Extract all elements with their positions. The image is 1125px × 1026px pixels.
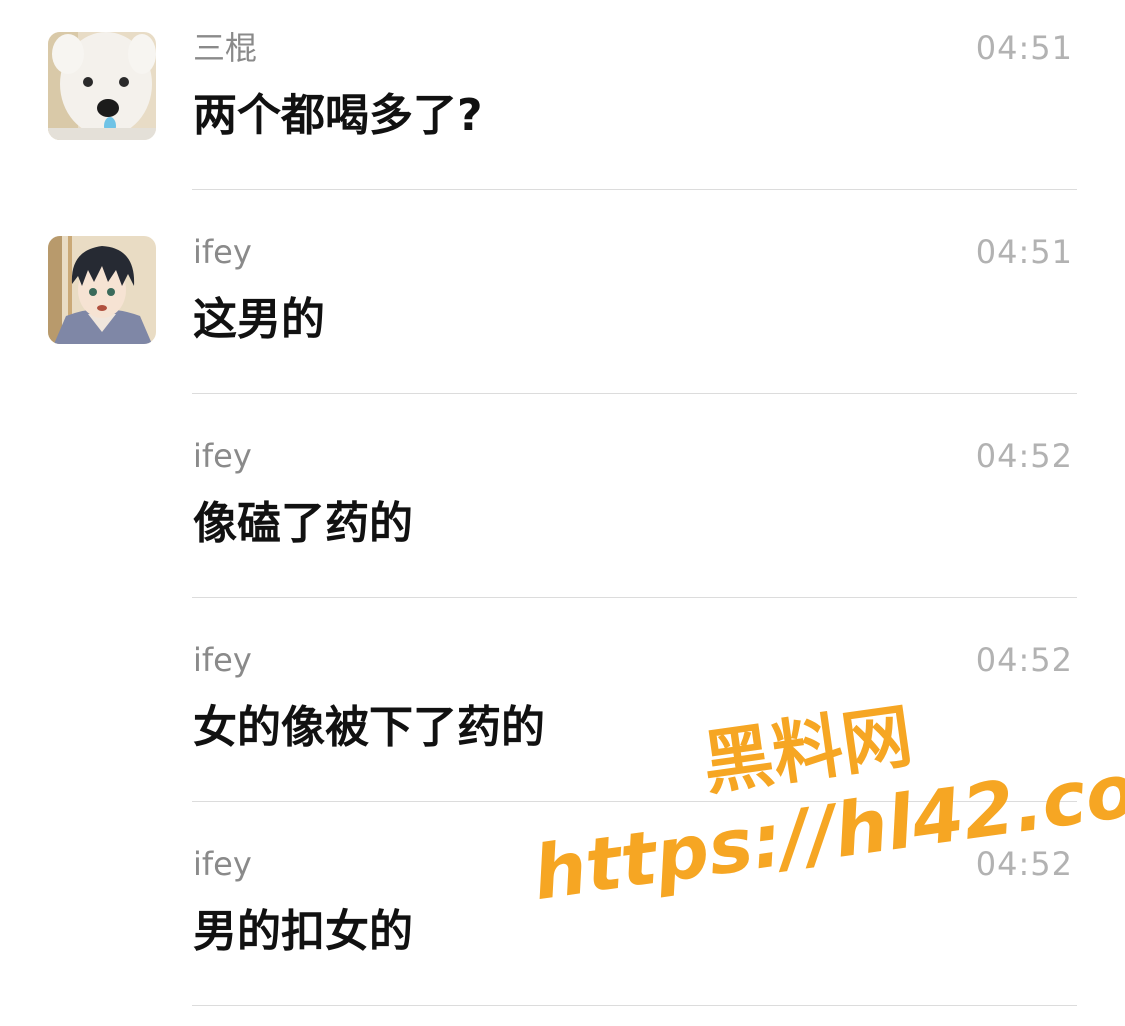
message-item[interactable]: ifey 04:52 女的像被下了药的 (0, 612, 1125, 816)
divider (192, 393, 1077, 394)
message-item[interactable]: ifey 04:52 男的扣女的 (0, 816, 1125, 1020)
message-text[interactable]: 女的像被下了药的 (193, 700, 545, 756)
message-time: 04:52 (975, 437, 1073, 475)
chat-history: 三棍 04:51 两个都喝多了? ifey 04:51 这男的 ifey 04:… (0, 0, 1125, 1026)
sender-name: ifey (193, 233, 252, 271)
message-time: 04:52 (975, 641, 1073, 679)
message-item[interactable]: 三棍 04:51 两个都喝多了? (0, 0, 1125, 204)
message-text[interactable]: 男的扣女的 (193, 904, 413, 960)
message-text[interactable]: 这男的 (193, 292, 325, 348)
message-item[interactable]: ifey 04:51 这男的 (0, 204, 1125, 408)
sender-name: ifey (193, 845, 252, 883)
divider (192, 597, 1077, 598)
avatar[interactable] (48, 32, 156, 140)
message-item[interactable]: ifey 04:52 像磕了药的 (0, 408, 1125, 612)
divider (192, 189, 1077, 190)
dog-avatar-icon (48, 32, 156, 140)
message-text[interactable]: 两个都喝多了? (193, 88, 483, 144)
message-text[interactable]: 像磕了药的 (193, 496, 413, 552)
sender-name: ifey (193, 437, 252, 475)
anime-boy-avatar-icon (48, 236, 156, 344)
divider (192, 1005, 1077, 1006)
message-time: 04:52 (975, 845, 1073, 883)
message-time: 04:51 (975, 233, 1073, 271)
sender-name: 三棍 (193, 29, 258, 67)
divider (192, 801, 1077, 802)
avatar[interactable] (48, 236, 156, 344)
message-time: 04:51 (975, 29, 1073, 67)
sender-name: ifey (193, 641, 252, 679)
